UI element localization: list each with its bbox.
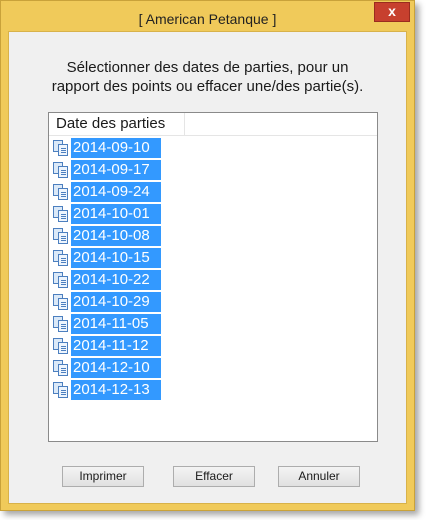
list-item[interactable]: 2014-10-15 [53,247,161,269]
document-copy-icon [53,184,69,200]
print-button[interactable]: Imprimer [62,466,144,487]
instructions-text: Sélectionner des dates de parties, pour … [9,58,406,96]
list-item[interactable]: 2014-09-17 [53,159,161,181]
list-item[interactable]: 2014-10-22 [53,269,161,291]
document-copy-icon [53,294,69,310]
document-copy-icon [53,250,69,266]
list-item[interactable]: 2014-10-01 [53,203,161,225]
close-icon: x [388,3,396,19]
close-button[interactable]: x [374,2,410,22]
document-copy-icon [53,360,69,376]
list-item-label: 2014-11-05 [71,314,161,334]
document-copy-icon [53,140,69,156]
delete-button[interactable]: Effacer [173,466,255,487]
document-copy-icon [53,316,69,332]
column-header-date[interactable]: Date des parties [49,113,185,135]
list-item-label: 2014-10-01 [71,204,161,224]
list-rows: 2014-09-10 2014-09-17 2014-09-24 2014-10-01… [53,137,161,401]
list-item-label: 2014-10-29 [71,292,161,312]
window-title: [ American Petanque ] [138,11,277,27]
list-item-label: 2014-10-22 [71,270,161,290]
dialog-window: [ American Petanque ] x Sélectionner des… [0,0,415,511]
instructions-line-1: Sélectionner des dates de parties, pour … [66,59,349,76]
list-item-label: 2014-10-08 [71,226,161,246]
list-item[interactable]: 2014-11-12 [53,335,161,357]
list-item-label: 2014-10-15 [71,248,161,268]
list-item-label: 2014-09-10 [71,138,161,158]
list-item[interactable]: 2014-09-24 [53,181,161,203]
document-copy-icon [53,228,69,244]
instructions-line-2: rapport des points ou effacer une/des pa… [51,78,364,95]
list-item-label: 2014-09-17 [71,160,161,180]
game-dates-list[interactable]: Date des parties 2014-09-10 2014-09-17 201… [48,112,378,442]
list-item[interactable]: 2014-11-05 [53,313,161,335]
list-item[interactable]: 2014-10-29 [53,291,161,313]
list-item-label: 2014-12-10 [71,358,161,378]
document-copy-icon [53,382,69,398]
list-header: Date des parties [49,113,377,136]
cancel-button[interactable]: Annuler [278,466,360,487]
list-item[interactable]: 2014-12-13 [53,379,161,401]
list-item-label: 2014-12-13 [71,380,161,400]
dialog-client-area: Sélectionner des dates de parties, pour … [8,31,407,504]
document-copy-icon [53,206,69,222]
list-item-label: 2014-11-12 [71,336,161,356]
list-item-label: 2014-09-24 [71,182,161,202]
list-item[interactable]: 2014-10-08 [53,225,161,247]
document-copy-icon [53,162,69,178]
list-item[interactable]: 2014-12-10 [53,357,161,379]
document-copy-icon [53,338,69,354]
document-copy-icon [53,272,69,288]
list-item[interactable]: 2014-09-10 [53,137,161,159]
